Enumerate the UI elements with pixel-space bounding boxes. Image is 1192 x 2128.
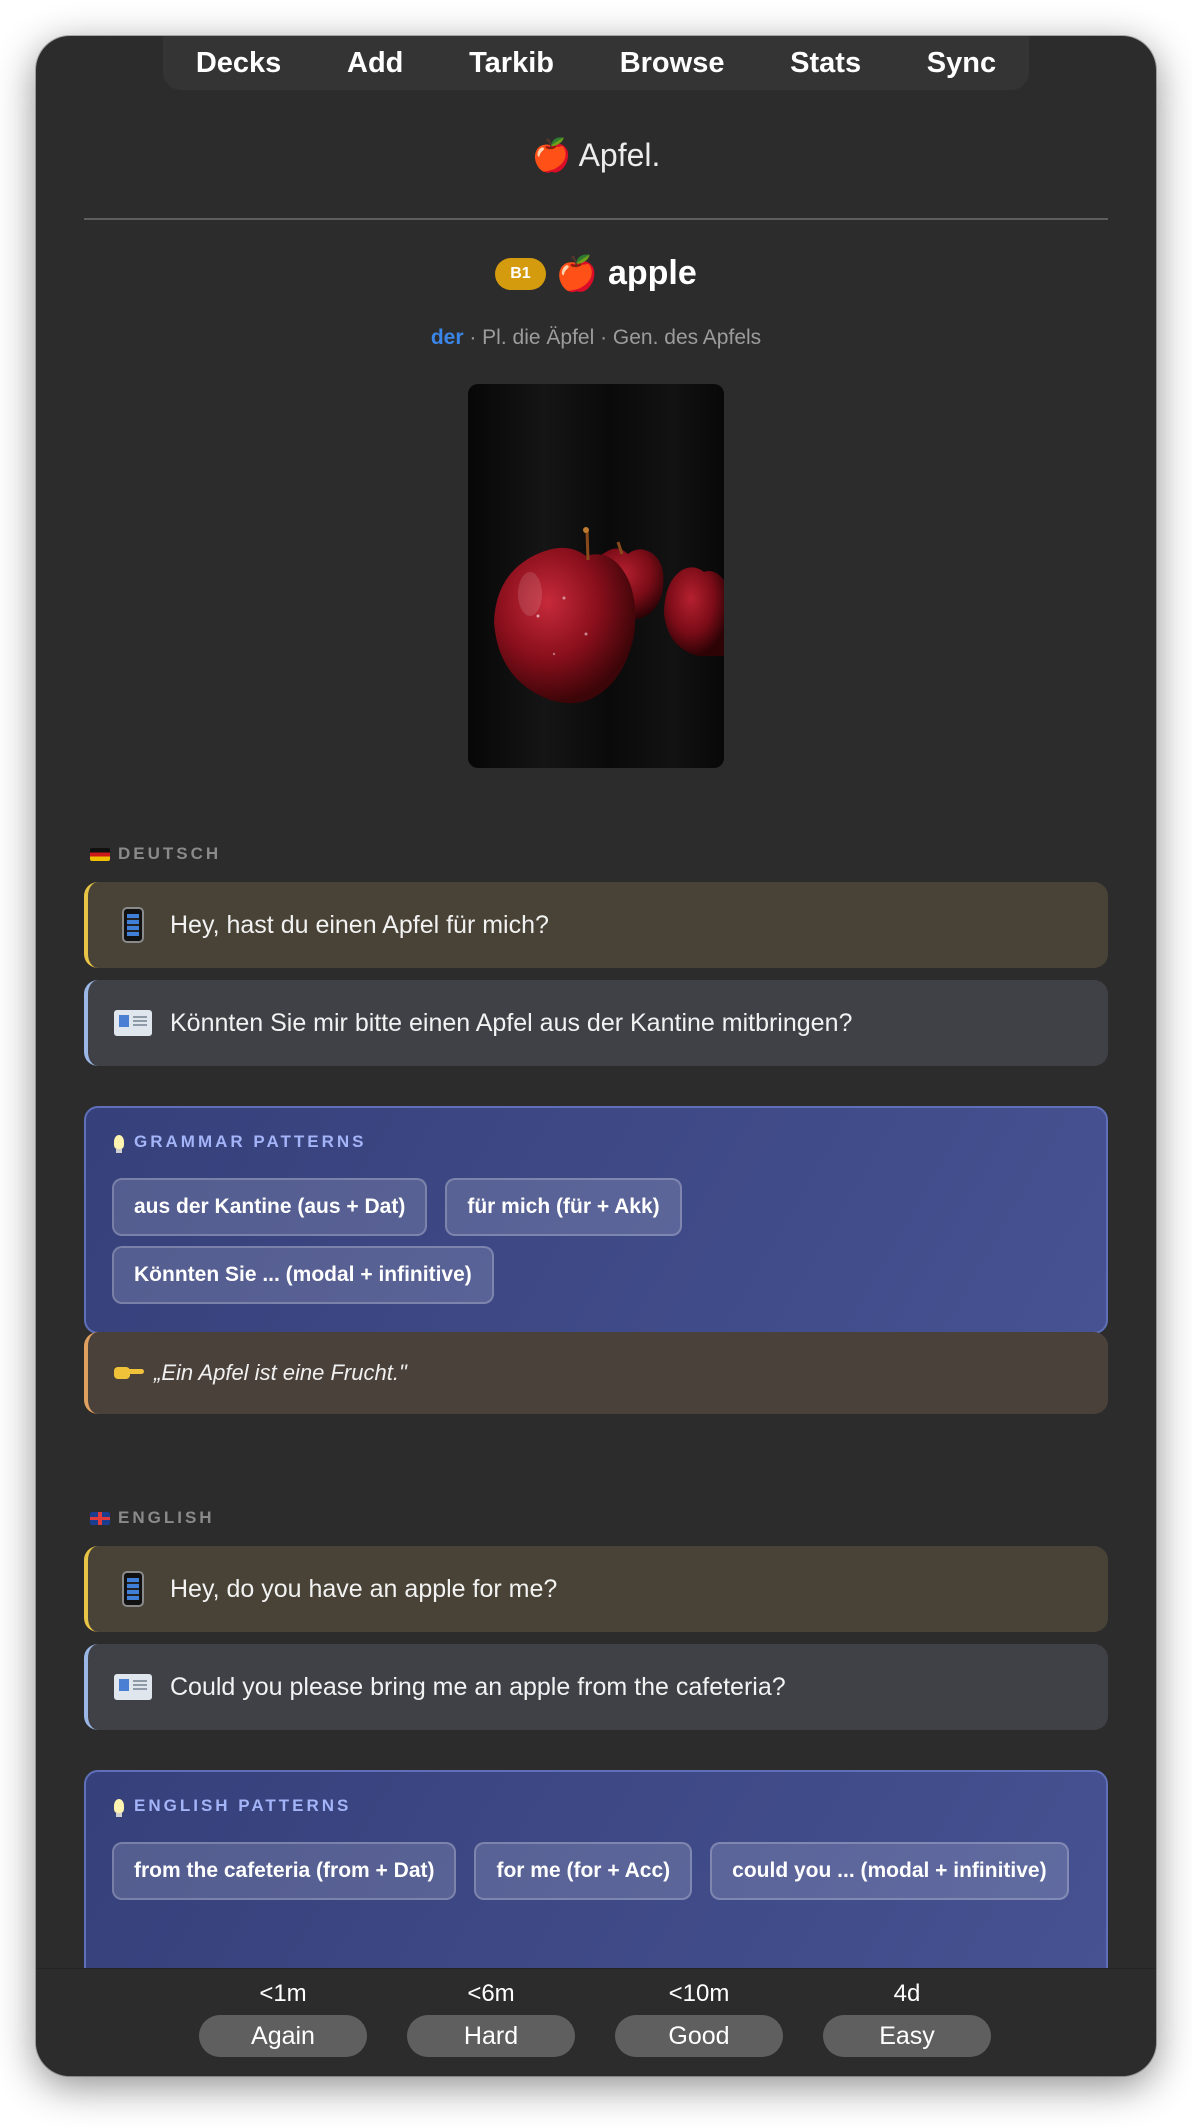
envelope-icon	[114, 1010, 152, 1036]
english-formal-text: Could you please bring me an apple from …	[170, 1672, 786, 1701]
top-navigation: Decks Add Tarkib Browse Stats Sync	[163, 36, 1029, 90]
answer-easy: 4d Easy	[823, 1979, 991, 2057]
good-button[interactable]: Good	[615, 2015, 783, 2057]
envelope-icon	[114, 1674, 152, 1700]
deutsch-label-text: DEUTSCH	[118, 844, 222, 863]
german-flag-icon	[90, 847, 110, 861]
easy-button[interactable]: Easy	[823, 2015, 991, 2057]
english-casual-sentence: Hey, do you have an apple for me?	[84, 1546, 1108, 1632]
grammar-patterns-title-text: GRAMMAR PATTERNS	[134, 1132, 367, 1151]
mobile-phone-icon	[114, 1571, 152, 1607]
again-interval: <1m	[259, 1980, 307, 2007]
english-word: apple	[607, 254, 697, 292]
example-text: „Ein Apfel ist eine Frucht."	[154, 1360, 407, 1385]
card-front: 🍎 Apfel.	[36, 136, 1156, 174]
deutsch-casual-text: Hey, hast du einen Apfel für mich?	[170, 910, 549, 939]
pattern-chip: for me (for + Acc)	[474, 1842, 693, 1900]
english-patterns-title: ENGLISH PATTERNS	[114, 1796, 352, 1817]
english-pattern-list: from the cafeteria (from + Dat) for me (…	[112, 1842, 1072, 1900]
english-patterns-title-text: ENGLISH PATTERNS	[134, 1796, 352, 1815]
good-interval: <10m	[668, 1980, 730, 2007]
hard-button[interactable]: Hard	[407, 2015, 575, 2057]
nav-decks[interactable]: Decks	[196, 47, 281, 80]
nav-browse[interactable]: Browse	[620, 47, 725, 80]
apple-photo	[468, 384, 724, 768]
pattern-chip: could you ... (modal + infinitive)	[710, 1842, 1069, 1900]
pattern-chip: für mich (für + Akk)	[445, 1178, 682, 1236]
again-button[interactable]: Again	[199, 2015, 367, 2057]
hard-interval: <6m	[467, 1980, 515, 2007]
apple-photo-image	[494, 527, 724, 704]
answer-divider	[84, 218, 1108, 220]
example-sentence: „Ein Apfel ist eine Frucht."	[84, 1332, 1108, 1414]
inflection-forms: · Pl. die Äpfel · Gen. des Apfels	[463, 326, 762, 349]
nav-stats[interactable]: Stats	[790, 47, 861, 80]
english-patterns-box: ENGLISH PATTERNS from the cafeteria (fro…	[84, 1770, 1108, 1968]
deutsch-casual-sentence: Hey, hast du einen Apfel für mich?	[84, 882, 1108, 968]
pattern-chip: aus der Kantine (aus + Dat)	[112, 1178, 428, 1236]
pattern-chip: Könnten Sie ... (modal + infinitive)	[112, 1246, 494, 1304]
mobile-phone-icon	[114, 907, 152, 943]
review-window: Decks Add Tarkib Browse Stats Sync 🍎 Apf…	[36, 36, 1156, 2076]
level-badge: B1	[495, 257, 546, 290]
word-heading: B1 🍎 apple	[36, 254, 1156, 293]
front-word: Apfel.	[578, 137, 661, 173]
card-content: Decks Add Tarkib Browse Stats Sync 🍎 Apf…	[36, 36, 1156, 1968]
apple-icon: 🍎	[531, 137, 572, 173]
grammar-patterns-title: GRAMMAR PATTERNS	[114, 1132, 367, 1153]
english-formal-sentence: Could you please bring me an apple from …	[84, 1644, 1108, 1730]
inflection-line: der · Pl. die Äpfel · Gen. des Apfels	[36, 326, 1156, 350]
pointing-hand-icon	[114, 1365, 144, 1381]
easy-interval: 4d	[893, 1980, 921, 2007]
pattern-chip: from the cafeteria (from + Dat)	[112, 1842, 457, 1900]
english-casual-text: Hey, do you have an apple for me?	[170, 1574, 558, 1603]
light-bulb-icon	[114, 1135, 124, 1153]
uk-flag-icon	[90, 1511, 110, 1525]
answer-again: <1m Again	[199, 1979, 367, 2057]
article: der	[430, 326, 464, 349]
deutsch-formal-sentence: Könnten Sie mir bitte einen Apfel aus de…	[84, 980, 1108, 1066]
grammar-pattern-list: aus der Kantine (aus + Dat) für mich (fü…	[112, 1178, 1072, 1304]
grammar-patterns-box: GRAMMAR PATTERNS aus der Kantine (aus + …	[84, 1106, 1108, 1334]
answer-hard: <6m Hard	[407, 1979, 575, 2057]
answer-good: <10m Good	[615, 1979, 783, 2057]
nav-tarkib[interactable]: Tarkib	[469, 47, 554, 80]
answer-bar: <1m Again <6m Hard <10m Good 4d Easy	[36, 1968, 1156, 2076]
english-label-text: ENGLISH	[118, 1508, 215, 1527]
nav-add[interactable]: Add	[347, 47, 403, 80]
deutsch-section-label: DEUTSCH	[90, 844, 221, 864]
english-section-label: ENGLISH	[90, 1508, 215, 1528]
light-bulb-icon	[114, 1799, 124, 1817]
apple-icon: 🍎	[555, 254, 598, 293]
nav-sync[interactable]: Sync	[927, 47, 996, 80]
deutsch-formal-text: Könnten Sie mir bitte einen Apfel aus de…	[170, 1008, 853, 1037]
